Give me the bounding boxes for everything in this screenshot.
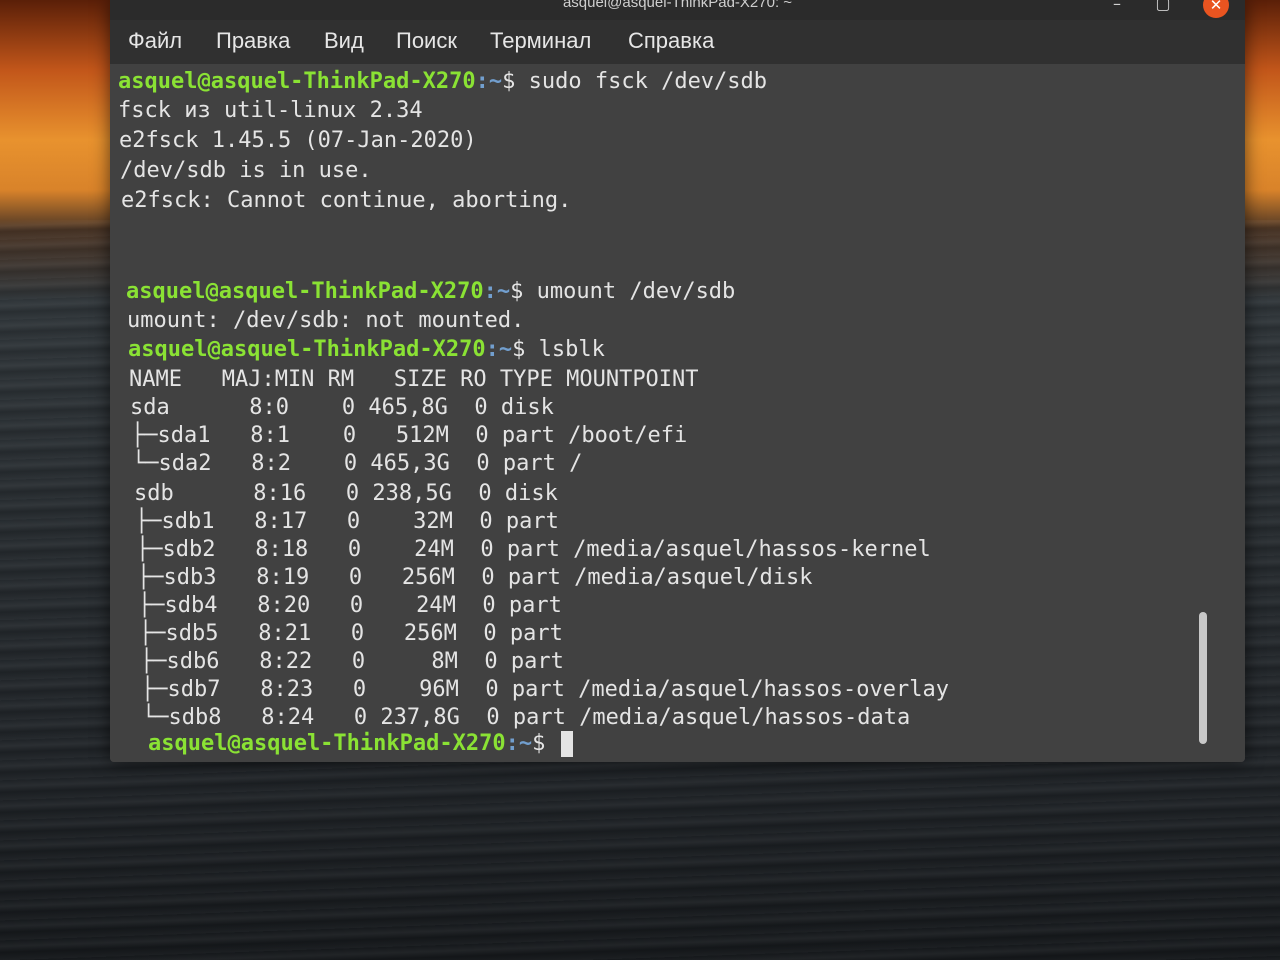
table-row: ├─sdb6 8:22 0 8M 0 part bbox=[140, 649, 578, 674]
title-bar[interactable]: asquel@asquel-ThinkPad-X270: ~ – ▢ ✕ bbox=[110, 0, 1245, 20]
table-row: ├─sdb1 8:17 0 32M 0 part bbox=[135, 509, 573, 534]
prompt-symbol: $ bbox=[510, 279, 537, 304]
output-line: e2fsck: Cannot continue, aborting. bbox=[121, 188, 572, 213]
window-title: asquel@asquel-ThinkPad-X270: ~ bbox=[562, 0, 793, 11]
output-line: e2fsck 1.45.5 (07-Jan-2020) bbox=[119, 128, 477, 153]
close-icon[interactable]: ✕ bbox=[1203, 0, 1229, 18]
minimize-icon[interactable]: – bbox=[1107, 0, 1127, 14]
prompt-line-fsck: asquel@asquel-ThinkPad-X270:~$ sudo fsck… bbox=[118, 68, 767, 96]
text-cursor[interactable] bbox=[560, 731, 573, 757]
prompt-symbol: $ bbox=[532, 731, 559, 756]
prompt-line-current: asquel@asquel-ThinkPad-X270:~$ bbox=[148, 730, 573, 758]
prompt-line-lsblk: asquel@asquel-ThinkPad-X270:~$ lsblk bbox=[128, 336, 605, 364]
prompt-path: :~ bbox=[505, 731, 533, 756]
prompt-user: asquel@asquel-ThinkPad-X270 bbox=[148, 731, 506, 756]
prompt-path: :~ bbox=[485, 337, 513, 362]
table-row: sda 8:0 0 465,8G 0 disk bbox=[130, 395, 568, 420]
menu-search[interactable]: Поиск bbox=[396, 28, 457, 54]
prompt-symbol: $ bbox=[512, 337, 539, 362]
menu-help[interactable]: Справка bbox=[628, 28, 714, 54]
prompt-path: :~ bbox=[475, 69, 503, 94]
prompt-path: :~ bbox=[483, 279, 511, 304]
prompt-line-umount: asquel@asquel-ThinkPad-X270:~$ umount /d… bbox=[126, 278, 735, 306]
menu-view[interactable]: Вид bbox=[324, 28, 364, 54]
terminal-output[interactable]: asquel@asquel-ThinkPad-X270:~$ sudo fsck… bbox=[110, 64, 1245, 762]
table-row: ├─sdb3 8:19 0 256M 0 part /media/asquel/… bbox=[137, 565, 813, 590]
table-row: └─sda2 8:2 0 465,3G 0 part / bbox=[132, 451, 583, 476]
menu-terminal[interactable]: Терминал bbox=[490, 28, 591, 54]
output-line: /dev/sdb is in use. bbox=[120, 158, 372, 183]
prompt-user: asquel@asquel-ThinkPad-X270 bbox=[128, 337, 486, 362]
table-row: └─sdb8 8:24 0 237,8G 0 part /media/asque… bbox=[142, 705, 911, 730]
output-line: umount: /dev/sdb: not mounted. bbox=[127, 308, 525, 333]
terminal-window[interactable]: asquel@asquel-ThinkPad-X270: ~ – ▢ ✕ Фай… bbox=[110, 0, 1245, 762]
table-row: ├─sdb4 8:20 0 24M 0 part bbox=[138, 593, 576, 618]
prompt-user: asquel@asquel-ThinkPad-X270 bbox=[126, 279, 484, 304]
output-line: fsck из util-linux 2.34 bbox=[118, 98, 423, 123]
table-row: ├─sda1 8:1 0 512M 0 part /boot/efi bbox=[131, 423, 688, 448]
menu-edit[interactable]: Правка bbox=[216, 28, 290, 54]
table-row: sdb 8:16 0 238,5G 0 disk bbox=[134, 481, 572, 506]
maximize-icon[interactable]: ▢ bbox=[1153, 0, 1173, 14]
table-header: NAME MAJ:MIN RM SIZE RO TYPE MOUNTPOINT bbox=[129, 367, 699, 392]
table-row: ├─sdb5 8:21 0 256M 0 part bbox=[139, 621, 577, 646]
command-text: umount /dev/sdb bbox=[536, 279, 736, 304]
command-text: sudo fsck /dev/sdb bbox=[528, 69, 768, 94]
table-row: ├─sdb2 8:18 0 24M 0 part /media/asquel/h… bbox=[136, 537, 931, 562]
scrollbar[interactable] bbox=[1199, 612, 1207, 744]
command-text: lsblk bbox=[538, 337, 605, 362]
table-row: ├─sdb7 8:23 0 96M 0 part /media/asquel/h… bbox=[141, 677, 949, 702]
prompt-symbol: $ bbox=[502, 69, 529, 94]
menu-file[interactable]: Файл bbox=[128, 28, 182, 54]
menu-bar: Файл Правка Вид Поиск Терминал Справка bbox=[110, 20, 1245, 64]
prompt-user: asquel@asquel-ThinkPad-X270 bbox=[118, 69, 476, 94]
